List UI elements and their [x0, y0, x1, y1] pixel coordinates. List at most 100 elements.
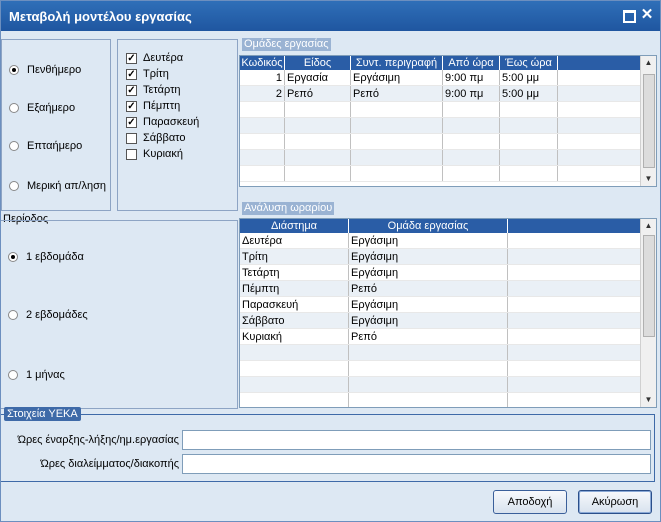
table-row-empty [240, 360, 642, 377]
table-row[interactable]: Τετάρτη Εργάσιμη [240, 264, 642, 281]
schedule-scrollbar[interactable]: ▲ ▼ [640, 219, 656, 407]
table-cell[interactable]: Εργάσιμη [348, 296, 508, 313]
table-row-empty [240, 101, 645, 118]
table-cell[interactable]: Πέμπτη [240, 280, 349, 297]
table-row[interactable]: Παρασκευή Εργάσιμη [240, 296, 642, 313]
table-cell[interactable]: Ρεπό [284, 85, 351, 102]
table-cell[interactable]: 5:00 μμ [499, 85, 558, 102]
table-cell[interactable]: Τετάρτη [240, 264, 349, 281]
table-cell[interactable]: Σάββατο [240, 312, 349, 329]
column-header[interactable]: Από ώρα [442, 56, 500, 70]
table-cell[interactable]: 2 [240, 85, 285, 102]
radio-dot [9, 103, 19, 113]
checkbox-weekday-1[interactable]: ✓ Τρίτη [126, 68, 169, 80]
checkbox-label: Παρασκευή [143, 116, 200, 128]
table-row-empty [240, 133, 645, 150]
column-header[interactable]: Ομάδα εργασίας [348, 219, 508, 233]
title-bar[interactable]: Μεταβολή μοντέλου εργασίας ✕ [1, 1, 660, 31]
scroll-down-icon[interactable]: ▼ [641, 172, 656, 186]
table-cell[interactable]: 9:00 πμ [442, 70, 500, 86]
radio-label: 1 εβδομάδα [26, 251, 84, 263]
radio-dot [9, 141, 19, 151]
table-row[interactable]: 2 Ρεπό Ρεπό 9:00 πμ 5:00 μμ [240, 85, 645, 102]
table-row[interactable]: Πέμπτη Ρεπό [240, 280, 642, 297]
table-cell[interactable]: Τρίτη [240, 248, 349, 265]
table-cell[interactable]: 5:00 μμ [499, 70, 558, 86]
table-row[interactable]: Σάββατο Εργάσιμη [240, 312, 642, 329]
table-row[interactable]: 1 Εργασία Εργάσιμη 9:00 πμ 5:00 μμ [240, 70, 645, 86]
checkbox-box [126, 148, 137, 160]
radio-day-type-3[interactable]: Μερική απ/ληση [9, 180, 106, 192]
table-row[interactable]: Δευτέρα Εργάσιμη [240, 233, 642, 249]
table-cell[interactable]: Εργάσιμη [348, 312, 508, 329]
checkbox-box: ✓ [126, 84, 137, 96]
table-row-empty [240, 149, 645, 166]
column-header[interactable]: Διάστημα [240, 219, 349, 233]
radio-period-0[interactable]: 1 εβδομάδα [8, 251, 84, 263]
table-row-empty [240, 117, 645, 134]
table-row[interactable]: Κυριακή Ρεπό [240, 328, 642, 345]
cancel-button[interactable]: Ακύρωση [578, 490, 652, 514]
scroll-up-icon[interactable]: ▲ [641, 56, 656, 70]
scroll-up-icon[interactable]: ▲ [641, 219, 656, 233]
checkbox-label: Σάββατο [143, 132, 186, 144]
checkbox-label: Τετάρτη [143, 84, 181, 96]
checkbox-label: Τρίτη [143, 68, 169, 80]
break-label: Ώρες διαλείμματος/διακοπής [40, 458, 179, 470]
radio-label: Μερική απ/ληση [27, 180, 106, 192]
checkbox-weekday-6[interactable]: Κυριακή [126, 148, 183, 160]
checkbox-weekday-3[interactable]: ✓ Πέμπτη [126, 100, 180, 112]
table-cell[interactable]: Ρεπό [350, 85, 443, 102]
table-cell[interactable]: Εργάσιμη [348, 233, 508, 249]
column-header[interactable]: Έως ώρα [499, 56, 558, 70]
radio-label: 2 εβδομάδες [26, 309, 88, 321]
table-cell[interactable]: Ρεπό [348, 328, 508, 345]
table-cell[interactable]: Παρασκευή [240, 296, 349, 313]
table-row[interactable]: Τρίτη Εργάσιμη [240, 248, 642, 265]
scroll-thumb[interactable] [643, 74, 655, 168]
table-cell[interactable]: Εργασία [284, 70, 351, 86]
break-input[interactable] [182, 454, 651, 474]
checkbox-label: Πέμπτη [143, 100, 181, 112]
table-cell[interactable]: Εργάσιμη [350, 70, 443, 86]
radio-period-2[interactable]: 1 μήνας [8, 369, 65, 381]
table-cell[interactable]: 9:00 πμ [442, 85, 500, 102]
checkbox-weekday-4[interactable]: ✓ Παρασκευή [126, 116, 199, 128]
checkbox-weekday-0[interactable]: ✓ Δευτέρα [126, 52, 183, 64]
checkbox-weekday-2[interactable]: ✓ Τετάρτη [126, 84, 181, 96]
accept-button[interactable]: Αποδοχή [493, 490, 567, 514]
checkbox-label: Δευτέρα [143, 52, 184, 64]
column-header[interactable]: Κωδικός [240, 56, 285, 70]
radio-dot [9, 181, 19, 191]
table-cell[interactable]: Δευτέρα [240, 233, 349, 249]
table-cell[interactable]: Ρεπό [348, 280, 508, 297]
table-cell[interactable]: Εργάσιμη [348, 264, 508, 281]
scroll-down-icon[interactable]: ▼ [641, 393, 656, 407]
table-row-empty [240, 376, 642, 393]
scroll-thumb[interactable] [643, 235, 655, 337]
maximize-button[interactable] [621, 7, 637, 23]
table-cell[interactable]: Εργάσιμη [348, 248, 508, 265]
dialog-window: Μεταβολή μοντέλου εργασίας ✕ Πενθήμερο Ε… [0, 0, 661, 522]
radio-dot [8, 310, 18, 320]
radio-label: Επταήμερο [27, 140, 83, 152]
maximize-icon [622, 10, 636, 23]
table-cell[interactable]: 1 [240, 70, 285, 86]
weekdays-group: ✓ Δευτέρα ✓ Τρίτη ✓ Τετάρτη ✓ Πέμπτη ✓ Παρασκ… [117, 39, 238, 211]
checkbox-box [126, 132, 137, 144]
start-end-input[interactable] [182, 430, 651, 450]
radio-day-type-0[interactable]: Πενθήμερο [9, 64, 81, 76]
work-groups-scrollbar[interactable]: ▲ ▼ [640, 56, 656, 186]
window-title: Μεταβολή μοντέλου εργασίας [9, 9, 192, 24]
column-header[interactable]: Συντ. περιγραφή [350, 56, 443, 70]
radio-period-1[interactable]: 2 εβδομάδες [8, 309, 88, 321]
radio-dot [9, 65, 19, 75]
column-header[interactable]: Είδος [284, 56, 351, 70]
radio-day-type-1[interactable]: Εξαήμερο [9, 102, 75, 114]
close-button[interactable]: ✕ [639, 7, 655, 23]
table-cell[interactable]: Κυριακή [240, 328, 349, 345]
checkbox-weekday-5[interactable]: Σάββατο [126, 132, 185, 144]
radio-day-type-2[interactable]: Επταήμερο [9, 140, 82, 152]
radio-label: Εξαήμερο [27, 102, 76, 114]
schedule-grid: Διάστημα Ομάδα εργασίας Δευτέρα Εργάσιμη … [239, 218, 657, 408]
